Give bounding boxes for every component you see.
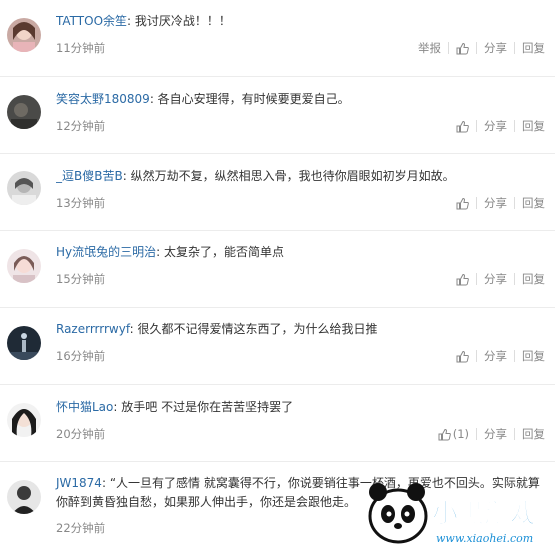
- comment-actions: 分享 回复: [449, 118, 552, 134]
- avatar[interactable]: [7, 480, 41, 514]
- xiaohei-watermark-logo: 小黑游戏 www.xiaohei.com: [368, 483, 537, 545]
- username-link[interactable]: TATTOO余笙: [56, 14, 127, 28]
- comment-time: 15分钟前: [56, 272, 106, 286]
- comment-item: _逗B傻B苦B: 纵然万劫不复，纵然相思入骨，我也待你眉眼如初岁月如故。 13分…: [0, 154, 555, 231]
- thumb-up-icon: [456, 273, 469, 285]
- share-button[interactable]: 分享: [477, 426, 514, 442]
- avatar[interactable]: [7, 326, 41, 360]
- thumb-up-icon: [456, 197, 469, 209]
- comment-time: 16分钟前: [56, 349, 106, 363]
- share-button[interactable]: 分享: [477, 195, 514, 211]
- reply-button[interactable]: 回复: [515, 426, 552, 442]
- comment-text: 各自心安理得，有时候要更爱自己。: [157, 92, 350, 106]
- comment-text: 放手吧 不过是你在苦苦坚持罢了: [121, 400, 294, 414]
- thumb-up-icon: [456, 350, 469, 362]
- comment-item: TATTOO余笙: 我讨厌冷战！！！ 11分钟前 举报 分享 回复: [0, 0, 555, 77]
- thumb-up-icon: [456, 42, 469, 54]
- username-link[interactable]: JW1874: [56, 476, 102, 490]
- comment-text: 很久都不记得爱情这东西了，为什么给我日推: [137, 322, 378, 336]
- comment-item: Hy流氓兔的三明治: 太复杂了，能否简单点 15分钟前 分享 回复: [0, 231, 555, 308]
- share-button[interactable]: 分享: [477, 40, 514, 56]
- comment-body: 怀中猫Lao: 放手吧 不过是你在苦苦坚持罢了: [56, 400, 294, 414]
- like-button[interactable]: [449, 197, 476, 210]
- comment-time: 11分钟前: [56, 41, 106, 55]
- comment-actions: 分享 回复: [449, 195, 552, 211]
- like-button[interactable]: (1): [431, 427, 476, 441]
- like-button[interactable]: [449, 42, 476, 55]
- comment-text: 我讨厌冷战！！！: [134, 14, 231, 28]
- reply-button[interactable]: 回复: [515, 118, 552, 134]
- reply-button[interactable]: 回复: [515, 40, 552, 56]
- avatar[interactable]: [7, 403, 41, 437]
- comment-actions: 举报 分享 回复: [411, 40, 552, 56]
- share-button[interactable]: 分享: [477, 118, 514, 134]
- avatar[interactable]: [7, 249, 41, 283]
- comment-body: _逗B傻B苦B: 纵然万劫不复，纵然相思入骨，我也待你眉眼如初岁月如故。: [56, 169, 455, 183]
- reply-button[interactable]: 回复: [515, 348, 552, 364]
- comment-body: TATTOO余笙: 我讨厌冷战！！！: [56, 14, 231, 28]
- comment-item: 怀中猫Lao: 放手吧 不过是你在苦苦坚持罢了 20分钟前 (1) 分享 回复: [0, 385, 555, 462]
- username-link[interactable]: 笑容太野180809: [56, 92, 150, 106]
- comment-body: Hy流氓兔的三明治: 太复杂了，能否简单点: [56, 245, 285, 259]
- reply-button[interactable]: 回复: [515, 195, 552, 211]
- comment-actions: 分享 回复: [449, 348, 552, 364]
- comment-text: 纵然万劫不复，纵然相思入骨，我也待你眉眼如初岁月如故。: [130, 169, 455, 183]
- thumb-up-icon: [438, 428, 451, 440]
- comment-item: Razerrrrrwyf: 很久都不记得爱情这东西了，为什么给我日推 16分钟前…: [0, 308, 555, 385]
- comment-actions: (1) 分享 回复: [431, 426, 552, 442]
- thumb-up-icon: [456, 120, 469, 132]
- share-button[interactable]: 分享: [477, 348, 514, 364]
- comment-time: 12分钟前: [56, 119, 106, 133]
- share-button[interactable]: 分享: [477, 271, 514, 287]
- username-link[interactable]: 怀中猫Lao: [56, 400, 113, 414]
- like-button[interactable]: [449, 120, 476, 133]
- avatar[interactable]: [7, 95, 41, 129]
- like-button[interactable]: [449, 273, 476, 286]
- comment-time: 20分钟前: [56, 427, 106, 441]
- username-link[interactable]: _逗B傻B苦B: [56, 169, 123, 183]
- comment-time: 13分钟前: [56, 196, 106, 210]
- username-link[interactable]: Hy流氓兔的三明治: [56, 245, 156, 259]
- avatar[interactable]: [7, 171, 41, 205]
- comment-actions: 分享 回复: [449, 271, 552, 287]
- comment-body: Razerrrrrwyf: 很久都不记得爱情这东西了，为什么给我日推: [56, 322, 378, 336]
- comment-text: 太复杂了，能否简单点: [164, 245, 285, 259]
- like-button[interactable]: [449, 350, 476, 363]
- like-count: (1): [452, 427, 469, 441]
- avatar[interactable]: [7, 18, 41, 52]
- comment-time: 22分钟前: [56, 521, 106, 535]
- logo-url: www.xiaohei.com: [436, 532, 533, 545]
- logo-text: 小黑游戏: [432, 499, 536, 529]
- comment-body: 笑容太野180809: 各自心安理得，有时候要更爱自己。: [56, 92, 350, 106]
- reply-button[interactable]: 回复: [515, 271, 552, 287]
- report-button[interactable]: 举报: [411, 40, 448, 56]
- panda-mascot-icon: [368, 483, 428, 544]
- comment-item: 笑容太野180809: 各自心安理得，有时候要更爱自己。 12分钟前 分享 回复: [0, 77, 555, 154]
- username-link[interactable]: Razerrrrrwyf: [56, 322, 130, 336]
